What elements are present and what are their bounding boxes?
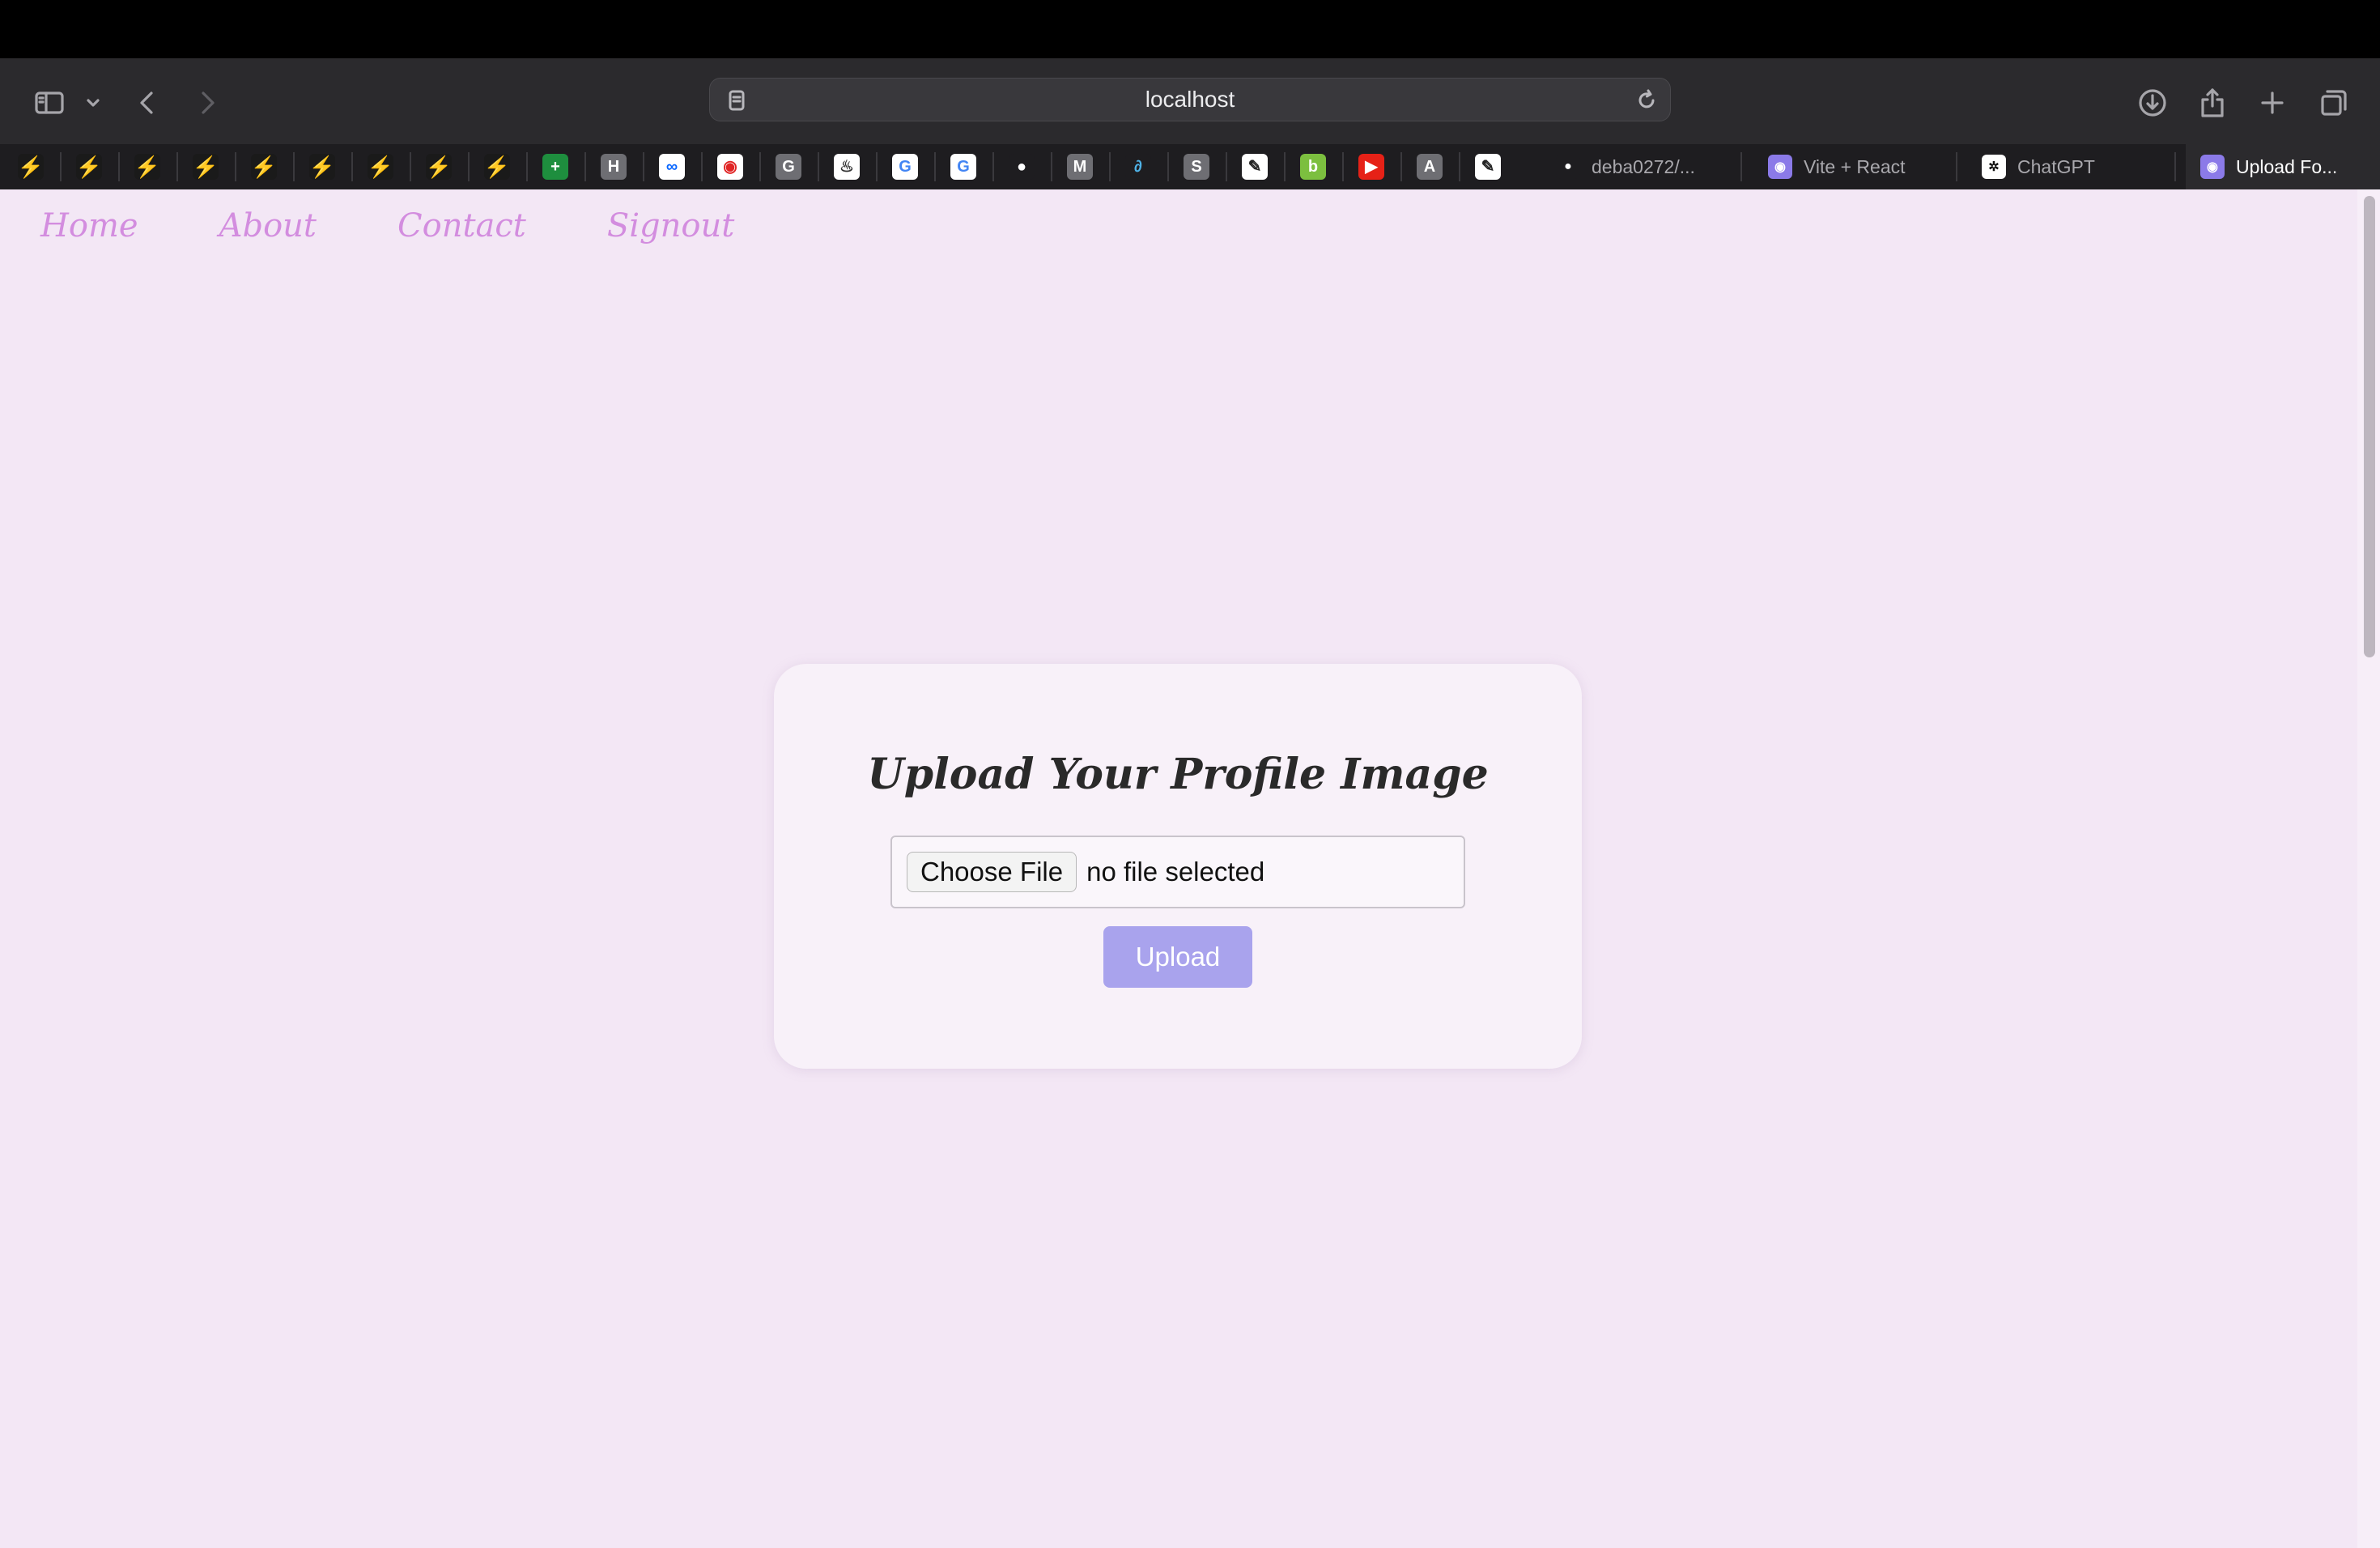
tab-divider (992, 152, 994, 181)
tab-divider (1956, 152, 1957, 181)
file-status-text: no file selected (1086, 857, 1265, 887)
tab-divider (1459, 152, 1460, 181)
scrollbar[interactable] (2357, 189, 2380, 1548)
nav-about-link[interactable]: About (219, 207, 317, 245)
nav-home-link[interactable]: Home (40, 207, 138, 245)
tab-divider (60, 152, 62, 181)
youtube-icon[interactable]: ▶ (1358, 154, 1384, 180)
lightning-icon[interactable]: ⚡ (251, 154, 277, 180)
tab-divider (526, 152, 528, 181)
vite-icon: ◉ (2200, 155, 2225, 179)
tab-divider (1740, 152, 1742, 181)
tab-title: Vite + React (1804, 155, 1906, 177)
tab-divider (1109, 152, 1111, 181)
site-nav: Home About Contact Signout (40, 207, 734, 245)
tab-title: Upload Fo... (2236, 155, 2338, 177)
github-icon: ● (1556, 155, 1580, 179)
file-input[interactable]: Choose File no file selected (890, 836, 1465, 908)
g-icon[interactable]: G (776, 154, 801, 180)
lightning-icon[interactable]: ⚡ (484, 154, 510, 180)
a-icon[interactable]: A (1417, 154, 1443, 180)
url-text: localhost (1145, 87, 1235, 112)
m-icon[interactable]: M (1067, 154, 1093, 180)
google-icon[interactable]: G (892, 154, 918, 180)
google-icon[interactable]: G (950, 154, 976, 180)
tab-title: ChatGPT (2017, 155, 2095, 177)
nav-contact-link[interactable]: Contact (397, 207, 526, 245)
menu-bar (0, 0, 2380, 58)
tab-divider (818, 152, 819, 181)
scrollbar-thumb[interactable] (2364, 196, 2375, 657)
browser-tab[interactable]: ◉ Upload Fo... (2186, 144, 2380, 189)
tab-divider (176, 152, 178, 181)
upload-card: Upload Your Profile Image Choose File no… (774, 664, 1582, 1069)
lightning-icon[interactable]: ⚡ (426, 154, 452, 180)
tab-divider (1226, 152, 1227, 181)
pen-icon[interactable]: ✎ (1242, 154, 1268, 180)
link-icon[interactable]: ∂ (1125, 154, 1151, 180)
share-icon[interactable] (2192, 83, 2233, 123)
tab-divider (759, 152, 761, 181)
chevron-down-icon[interactable] (74, 83, 112, 123)
tab-divider (876, 152, 878, 181)
tab-divider (293, 152, 295, 181)
tab-divider (468, 152, 470, 181)
page-menu-icon[interactable] (721, 85, 752, 116)
web-page: Home About Contact Signout Upload Your P… (0, 189, 2380, 1548)
tab-divider (934, 152, 936, 181)
chatgpt-icon: ✲ (1982, 155, 2006, 179)
tab-strip: ⚡ ⚡ ⚡ ⚡ ⚡ ⚡ ⚡ ⚡ ⚡ + H ∞ ◉ G ♨ G G ● M ∂ S ✎ b ▶ A ✎ ● deba0272/... ◉… (0, 144, 2380, 189)
bike-icon[interactable]: ♨ (834, 154, 860, 180)
nav-signout-link[interactable]: Signout (607, 207, 734, 245)
lightning-icon[interactable]: ⚡ (368, 154, 393, 180)
tab-divider (1051, 152, 1052, 181)
back-arrow-icon[interactable] (128, 83, 168, 123)
browser-tab[interactable]: ◉ Vite + React (1753, 144, 1946, 189)
tab-title: deba0272/... (1592, 155, 1695, 177)
lightning-icon[interactable]: ⚡ (309, 154, 335, 180)
choose-file-button[interactable]: Choose File (907, 852, 1077, 892)
new-tab-icon[interactable] (2252, 83, 2293, 123)
tab-divider (235, 152, 236, 181)
tab-divider (643, 152, 644, 181)
leaf-icon[interactable]: b (1300, 154, 1326, 180)
tab-divider (410, 152, 411, 181)
tab-divider (2174, 152, 2176, 181)
meta-icon[interactable]: ∞ (659, 154, 685, 180)
sidebar-toggle-icon[interactable] (29, 83, 70, 123)
tab-overview-icon[interactable] (2314, 83, 2354, 123)
address-bar[interactable]: localhost (709, 78, 1671, 121)
tab-divider (701, 152, 703, 181)
tab-divider (118, 152, 120, 181)
forward-arrow-icon[interactable] (186, 83, 227, 123)
upload-title: Upload Your Profile Image (867, 750, 1489, 799)
tab-divider (1284, 152, 1286, 181)
sheets-icon[interactable]: + (542, 154, 568, 180)
tab-divider (1342, 152, 1344, 181)
tab-divider (584, 152, 586, 181)
lightning-icon[interactable]: ⚡ (193, 154, 219, 180)
upload-button[interactable]: Upload (1103, 926, 1252, 988)
h-icon[interactable]: H (601, 154, 627, 180)
lightning-icon[interactable]: ⚡ (134, 154, 160, 180)
reload-icon[interactable] (1631, 85, 1662, 116)
downloads-icon[interactable] (2132, 83, 2173, 123)
lightning-icon[interactable]: ⚡ (76, 154, 102, 180)
browser-tab[interactable]: ● deba0272/... (1541, 144, 1731, 189)
browser-tab[interactable]: ✲ ChatGPT (1967, 144, 2165, 189)
s-icon[interactable]: S (1184, 154, 1209, 180)
tab-divider (351, 152, 353, 181)
tab-divider (1400, 152, 1402, 181)
signal-icon[interactable]: ◉ (717, 154, 743, 180)
vite-icon: ◉ (1768, 155, 1792, 179)
tab-divider (1167, 152, 1169, 181)
pen-icon[interactable]: ✎ (1475, 154, 1501, 180)
github-icon[interactable]: ● (1009, 154, 1035, 180)
lightning-icon[interactable]: ⚡ (18, 154, 44, 180)
